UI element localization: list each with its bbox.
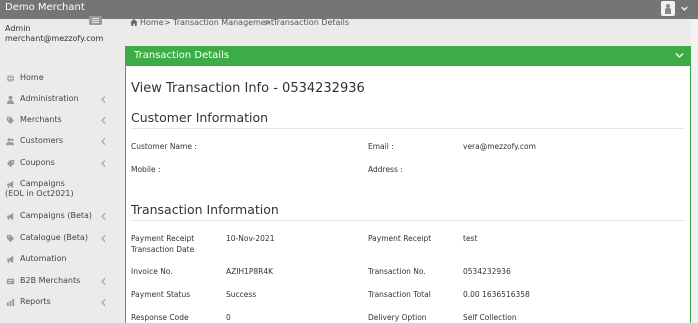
sidebar-item-label: Administration [20,94,79,103]
users-icon [6,138,15,146]
sidebar-item-label: Reports [20,297,51,306]
address-label: Address : [368,165,403,174]
sidebar-item-reports[interactable]: Reports [0,296,116,310]
chevron-left-icon [101,96,106,103]
delivery-option-label: Delivery Option [368,313,427,322]
breadcrumb-current: Transaction Details [273,18,350,27]
chevron-left-icon [101,117,106,124]
sidebar-item-coupons[interactable]: Coupons [0,157,116,171]
breadcrumb-separator: > [164,18,171,27]
scrollbar[interactable] [691,19,698,323]
sidebar-item-label: Coupons [20,158,55,167]
user-role: Admin [5,24,31,33]
sidebar-item-customers[interactable]: Customers [0,135,116,149]
chevron-left-icon [101,160,106,167]
top-bar: Demo Merchant [0,0,698,19]
chevron-left-icon [101,278,106,285]
sidebar-item-label: Campaigns (Beta) [20,211,93,220]
chevron-left-icon [101,138,106,145]
chevron-down-icon[interactable] [675,52,684,59]
sidebar-item-sublabel: (EOL in Oct2021) [5,189,74,198]
response-code-value: 0 [226,313,231,322]
sidebar-item-administration[interactable]: Administration [0,93,116,107]
payment-receipt-label: Payment Receipt [368,234,432,243]
transaction-total-label: Transaction Total [368,290,431,299]
sidebar-item-campaigns-beta[interactable]: Campaigns (Beta) [0,210,116,224]
megaphone-icon [6,212,14,221]
response-code-label: Response Code [131,313,189,322]
chevron-down-icon[interactable] [680,4,689,13]
breadcrumb-separator: > [264,18,271,27]
email-label: Email : [368,142,394,151]
sidebar-item-merchants[interactable]: Merchants [0,114,116,128]
chart-icon [6,298,15,307]
tag-icon [6,116,15,125]
chevron-left-icon [101,299,106,306]
email-value: vera@mezzofy.com [463,142,536,151]
delivery-option-value: Self Collection [463,313,517,322]
divider [131,128,684,129]
invoice-no-label: Invoice No. [131,267,173,276]
user-menu-button[interactable] [661,1,675,16]
sidebar-item-automation[interactable]: Automation [0,253,116,267]
tag-icon [6,234,15,243]
transaction-total-value: 0.00 1636516358 [463,290,530,299]
chevron-left-icon [101,235,106,242]
breadcrumb: Home > Transaction Management > Transact… [116,18,691,30]
panel-title: Transaction Details [134,50,230,61]
sidebar-item-label: Merchants [20,115,62,124]
transaction-details-panel: Transaction Details View Transaction Inf… [125,46,691,323]
section-title-customer: Customer Information [131,110,269,125]
sidebar-item-label: Catalogue (Beta) [20,233,88,242]
sidebar-item-label: Automation [20,254,67,263]
breadcrumb-section[interactable]: Transaction Management [173,18,274,27]
payment-receipt-date-label-line2: Transaction Date [131,245,195,254]
transaction-no-label: Transaction No. [368,267,426,276]
sidebar-item-catalogue-beta[interactable]: Catalogue (Beta) [0,232,116,246]
payment-receipt-date-value: 10-Nov-2021 [226,234,275,243]
sidebar-item-campaigns[interactable]: Campaigns (EOL in Oct2021) [0,178,116,202]
b2b-icon [6,278,15,285]
invoice-no-value: AZIH1P8R4K [226,267,274,276]
megaphone-icon [6,180,14,189]
menu-toggle-icon[interactable] [89,16,102,25]
payment-receipt-date-label: Payment Receipt [131,234,195,243]
sidebar-item-label: Home [20,73,44,82]
chevron-left-icon [101,213,106,220]
app-brand[interactable]: Demo Merchant [5,2,85,13]
user-icon [6,95,15,104]
divider [131,220,684,221]
user-email: merchant@mezzofy.com [5,34,104,43]
sidebar-item-label: B2B Merchants [20,276,81,285]
section-title-transaction: Transaction Information [131,202,279,217]
panel-header[interactable]: Transaction Details [126,47,690,66]
breadcrumb-home[interactable]: Home [140,18,164,27]
globe-icon [6,74,15,83]
sidebar-item-label: Campaigns [20,179,65,188]
home-icon[interactable] [130,19,138,26]
mobile-label: Mobile : [131,165,161,174]
coupon-icon [6,159,15,168]
payment-status-label: Payment Status [131,290,191,299]
payment-receipt-value: test [463,234,478,243]
sidebar-item-b2b-merchants[interactable]: B2B Merchants [0,275,116,289]
megaphone-icon [6,255,14,264]
transaction-no-value: 0534232936 [463,267,511,276]
page-title: View Transaction Info - 0534232936 [131,81,365,96]
sidebar-item-home[interactable]: Home [0,72,116,86]
payment-status-value: Success [226,290,257,299]
customer-name-label: Customer Name : [131,142,197,151]
sidebar-item-label: Customers [20,136,64,145]
